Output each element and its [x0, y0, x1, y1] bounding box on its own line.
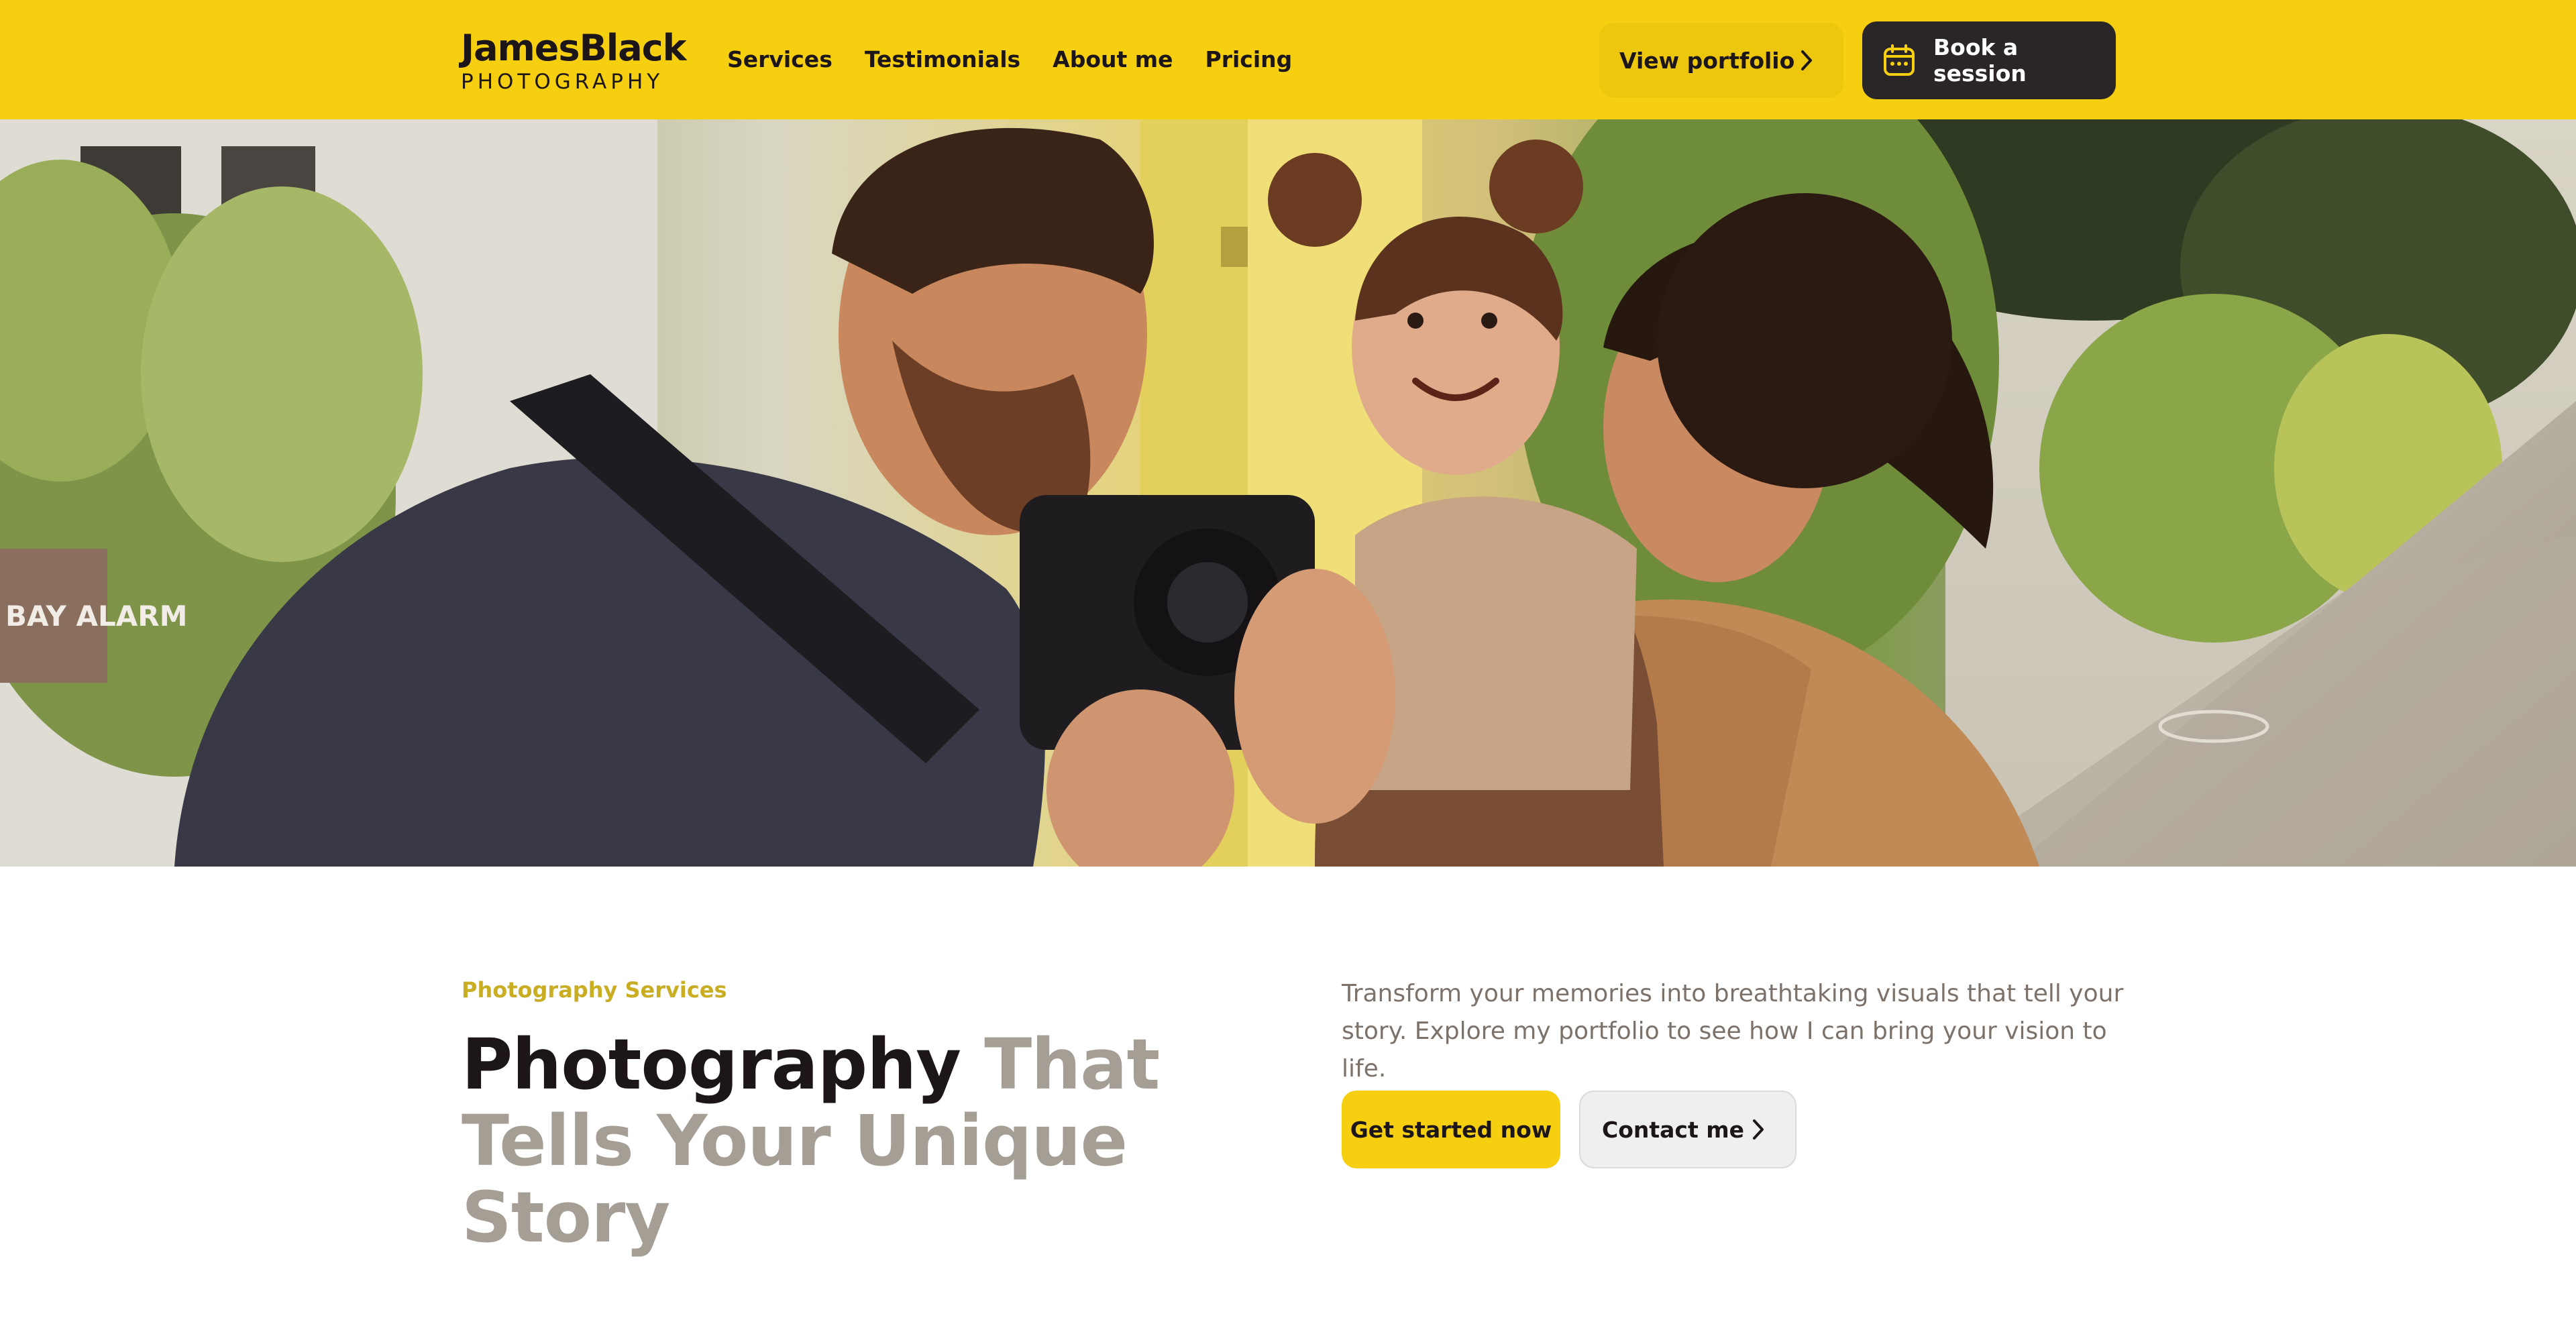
get-started-label: Get started now	[1350, 1116, 1552, 1143]
chevron-right-icon	[1751, 1117, 1766, 1147]
page-headline: Photography That Tells Your Unique Story	[462, 1026, 1280, 1256]
get-started-button[interactable]: Get started now	[1342, 1091, 1560, 1168]
view-portfolio-label: View portfolio	[1619, 47, 1795, 74]
brand-name: JamesBlack	[461, 27, 687, 69]
view-portfolio-button[interactable]: View portfolio	[1599, 23, 1843, 98]
brand-tagline: PHOTOGRAPHY	[461, 70, 664, 94]
hero-description: Transform your memories into breathtakin…	[1342, 980, 2124, 1083]
chevron-right-icon	[1799, 48, 1814, 78]
brand-logo[interactable]: JamesBlack PHOTOGRAPHY	[461, 27, 687, 95]
book-session-label: Book a session	[1933, 34, 2027, 87]
nav-link-services[interactable]: Services	[727, 46, 833, 74]
nav-link-pricing[interactable]: Pricing	[1205, 46, 1293, 74]
section-eyebrow: Photography Services	[462, 977, 727, 1003]
nav-link-testimonials[interactable]: Testimonials	[865, 46, 1020, 74]
nav-link-about-me[interactable]: About me	[1053, 46, 1173, 74]
book-session-button[interactable]: Book a session	[1862, 21, 2116, 99]
main-nav: Services Testimonials About me Pricing	[727, 46, 1324, 74]
hero-illustration: BAY ALARM	[0, 119, 2576, 867]
contact-me-button[interactable]: Contact me	[1579, 1091, 1796, 1168]
site-header: JamesBlack PHOTOGRAPHY Services Testimon…	[0, 0, 2576, 119]
hero-image: BAY ALARM	[0, 119, 2576, 867]
headline-dark: Photography	[462, 1023, 961, 1105]
calendar-icon	[1882, 44, 1916, 77]
sign-text: BAY ALARM	[5, 600, 187, 632]
contact-me-label: Contact me	[1602, 1116, 1745, 1143]
